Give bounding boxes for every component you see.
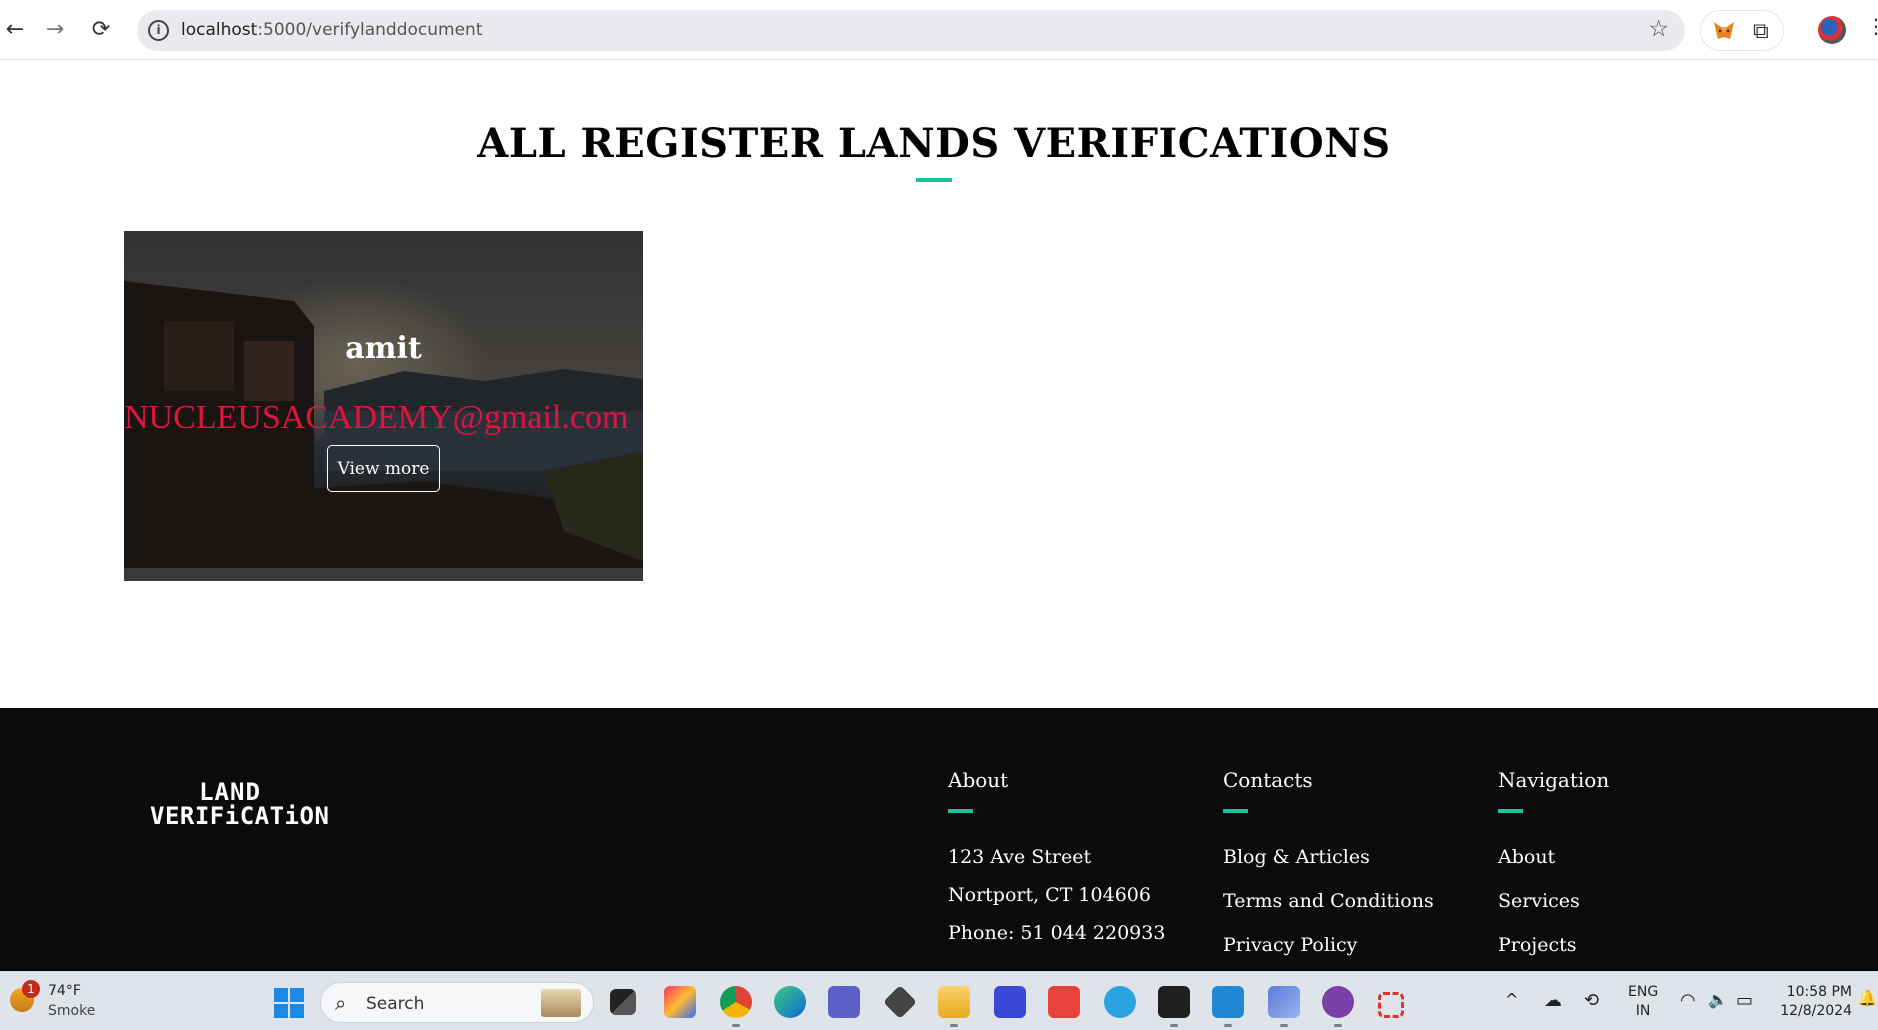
page-title: ALL REGISTER LANDS VERIFICATIONS [477,120,1391,167]
bookmark-star-icon[interactable]: ☆ [1648,16,1669,42]
volume-icon[interactable]: 🔈 [1708,990,1728,1009]
site-footer: LAND VERIFiCATiON About 123 Ave Street N… [0,708,1878,971]
browser-menu-icon[interactable]: ⋮ [1866,14,1878,38]
card-owner-name: amit [345,331,422,366]
land-card: amit NUCLEUSACADEMY@gmail.com View more [124,231,643,581]
reload-icon: ⟳ [91,16,111,42]
github-running-indicator [1334,1024,1342,1027]
kali-running-indicator [1280,1024,1288,1027]
search-icon: ⌕ [335,991,347,1015]
view-more-button[interactable]: View more [327,445,440,492]
github-desktop-icon[interactable] [1322,986,1354,1018]
forward-arrow-icon: → [45,16,65,42]
url-path: :5000/verifylanddocument [257,20,483,40]
dev-tool-icon[interactable] [994,986,1026,1018]
footer-contacts-column: Contacts Blog & Articles Terms and Condi… [1223,768,1434,978]
footer-contacts-heading: Contacts [1223,768,1313,792]
navigation-underline [1498,809,1523,813]
clock-date: 12/8/2024 [1780,1003,1852,1019]
weather-temperature[interactable]: 74°F [48,983,81,999]
footer-logo[interactable]: LAND VERIFiCATiON [150,778,330,830]
3d-cube-app-icon[interactable] [883,985,917,1019]
file-explorer-icon[interactable] [938,986,970,1018]
profile-avatar-icon[interactable] [1818,16,1846,44]
browser-toolbar: ← → ⟳ i localhost:5000/verifylanddocumen… [0,0,1878,60]
metamask-fox-icon[interactable] [1713,21,1735,41]
weather-description[interactable]: Smoke [48,1003,95,1019]
notification-bell-icon[interactable]: 🔔 [1858,989,1877,1007]
tray-overflow-chevron-icon[interactable]: ^ [1505,990,1518,1009]
about-underline [948,809,973,813]
main-content: ALL REGISTER LANDS VERIFICATIONS amit NU… [0,60,1878,708]
footer-about-column: About 123 Ave Street Nortport, CT 104606… [948,768,1165,960]
address-city: Nortport, CT 104606 [948,884,1151,906]
copilot-icon[interactable] [664,986,696,1018]
git-app-icon[interactable] [1048,986,1080,1018]
reload-button[interactable]: ⟳ [86,14,116,44]
footer-link-blog[interactable]: Blog & Articles [1223,846,1434,890]
footer-navigation-heading: Navigation [1498,768,1610,792]
windows-taskbar: 1 74°F Smoke ⌕ Search ^ ☁ ⟲ ENG IN ◠ 🔈 ▭… [0,971,1878,1030]
search-highlight-thumbnail [541,989,581,1017]
title-underline [916,178,952,182]
address-phone: Phone: 51 044 220933 [948,922,1166,944]
clock-time: 10:58 PM [1786,984,1852,1000]
task-view-icon[interactable] [610,989,636,1015]
contacts-underline [1223,809,1248,813]
weather-notification-badge: 1 [22,980,40,998]
extensions-group: ⧉ [1700,10,1784,51]
sync-icon[interactable]: ⟲ [1584,990,1599,1011]
terminal-icon[interactable] [1158,986,1190,1018]
chrome-running-indicator [732,1024,740,1027]
url-host: localhost [181,20,258,40]
teams-icon[interactable] [828,986,860,1018]
kali-dragon-icon[interactable] [1268,986,1300,1018]
logo-line-2: VERIFiCATiON [150,802,330,830]
footer-navigation-column: Navigation About Services Projects [1498,768,1609,978]
footer-link-about[interactable]: About [1498,846,1609,890]
wifi-icon[interactable]: ◠ [1680,990,1696,1011]
taskbar-search[interactable]: ⌕ Search [320,982,594,1023]
language-line-2: IN [1635,1003,1651,1019]
windows-start-icon[interactable] [274,988,304,1018]
onedrive-cloud-icon[interactable]: ☁ [1544,990,1562,1011]
forward-button[interactable]: → [40,14,70,44]
extensions-puzzle-icon[interactable]: ⧉ [1753,19,1769,44]
address-street: 123 Ave Street [948,846,1092,868]
language-indicator[interactable]: ENG IN [1628,983,1658,1021]
footer-about-heading: About [948,768,1009,792]
language-line-1: ENG [1628,984,1659,1000]
back-button[interactable]: ← [0,14,30,44]
chrome-icon[interactable] [720,986,752,1018]
logo-line-1: LAND [199,778,261,806]
taskbar-clock[interactable]: 10:58 PM 12/8/2024 [1770,983,1852,1021]
terminal-running-indicator [1170,1024,1178,1027]
card-owner-email: NUCLEUSACADEMY@gmail.com [124,399,629,436]
footer-link-services[interactable]: Services [1498,890,1609,934]
url-text[interactable]: localhost:5000/verifylanddocument [181,20,483,40]
snipping-tool-icon[interactable] [1378,992,1404,1018]
edge-icon[interactable] [774,986,806,1018]
battery-icon[interactable]: ▭ [1736,990,1753,1011]
search-label: Search [366,994,425,1014]
telegram-icon[interactable] [1104,986,1136,1018]
address-bar[interactable]: i localhost:5000/verifylanddocument ☆ [137,10,1685,51]
explorer-running-indicator [950,1024,958,1027]
footer-link-terms[interactable]: Terms and Conditions [1223,890,1434,934]
site-info-icon[interactable]: i [148,20,169,41]
vscode-running-indicator [1224,1024,1232,1027]
vscode-icon[interactable] [1212,986,1244,1018]
card-bottom-strip [124,568,643,581]
back-arrow-icon: ← [5,16,25,42]
